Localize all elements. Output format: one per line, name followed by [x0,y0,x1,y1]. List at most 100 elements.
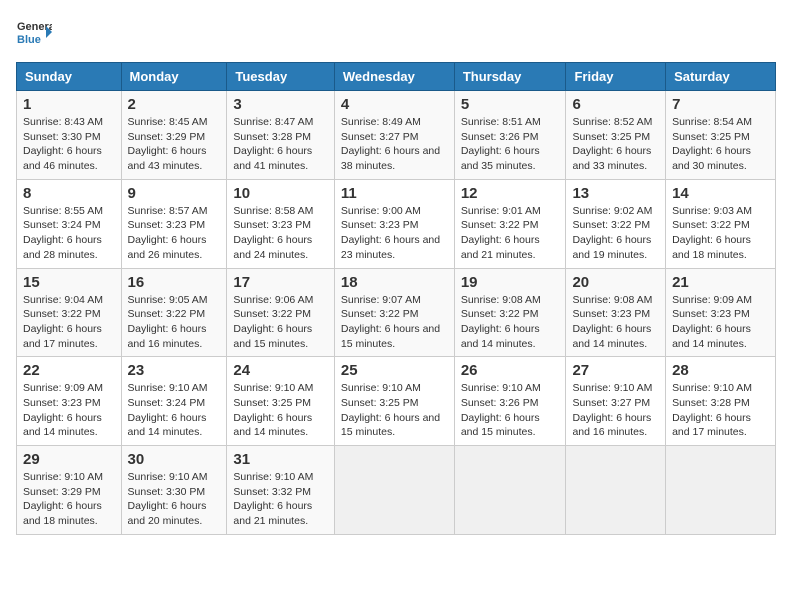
calendar-cell [334,446,454,535]
col-header-saturday: Saturday [666,63,776,91]
day-number: 23 [128,362,221,379]
day-number: 19 [461,274,560,291]
day-detail: Sunrise: 9:10 AMSunset: 3:25 PMDaylight:… [341,382,440,438]
calendar-cell: 31 Sunrise: 9:10 AMSunset: 3:32 PMDaylig… [227,446,334,535]
day-detail: Sunrise: 8:55 AMSunset: 3:24 PMDaylight:… [23,205,103,261]
calendar-cell: 4 Sunrise: 8:49 AMSunset: 3:27 PMDayligh… [334,91,454,180]
calendar-cell: 8 Sunrise: 8:55 AMSunset: 3:24 PMDayligh… [17,179,122,268]
calendar-cell: 16 Sunrise: 9:05 AMSunset: 3:22 PMDaylig… [121,268,227,357]
day-number: 31 [233,451,327,468]
calendar-cell: 1 Sunrise: 8:43 AMSunset: 3:30 PMDayligh… [17,91,122,180]
calendar-cell: 6 Sunrise: 8:52 AMSunset: 3:25 PMDayligh… [566,91,666,180]
calendar-cell: 18 Sunrise: 9:07 AMSunset: 3:22 PMDaylig… [334,268,454,357]
calendar-cell: 24 Sunrise: 9:10 AMSunset: 3:25 PMDaylig… [227,357,334,446]
calendar-header-row: SundayMondayTuesdayWednesdayThursdayFrid… [17,63,776,91]
day-detail: Sunrise: 9:03 AMSunset: 3:22 PMDaylight:… [672,205,752,261]
svg-text:Blue: Blue [17,34,41,46]
col-header-wednesday: Wednesday [334,63,454,91]
calendar-cell: 12 Sunrise: 9:01 AMSunset: 3:22 PMDaylig… [454,179,566,268]
day-number: 6 [572,96,659,113]
day-number: 12 [461,185,560,202]
day-detail: Sunrise: 8:43 AMSunset: 3:30 PMDaylight:… [23,116,103,172]
day-detail: Sunrise: 8:51 AMSunset: 3:26 PMDaylight:… [461,116,541,172]
day-number: 11 [341,185,448,202]
day-number: 16 [128,274,221,291]
calendar-cell: 3 Sunrise: 8:47 AMSunset: 3:28 PMDayligh… [227,91,334,180]
calendar-week-4: 22 Sunrise: 9:09 AMSunset: 3:23 PMDaylig… [17,357,776,446]
day-number: 3 [233,96,327,113]
calendar-week-5: 29 Sunrise: 9:10 AMSunset: 3:29 PMDaylig… [17,446,776,535]
day-detail: Sunrise: 9:04 AMSunset: 3:22 PMDaylight:… [23,294,103,350]
day-detail: Sunrise: 9:10 AMSunset: 3:28 PMDaylight:… [672,382,752,438]
calendar-table: SundayMondayTuesdayWednesdayThursdayFrid… [16,62,776,535]
day-detail: Sunrise: 8:52 AMSunset: 3:25 PMDaylight:… [572,116,652,172]
col-header-friday: Friday [566,63,666,91]
calendar-cell: 27 Sunrise: 9:10 AMSunset: 3:27 PMDaylig… [566,357,666,446]
col-header-monday: Monday [121,63,227,91]
calendar-cell: 23 Sunrise: 9:10 AMSunset: 3:24 PMDaylig… [121,357,227,446]
calendar-cell [454,446,566,535]
calendar-cell: 10 Sunrise: 8:58 AMSunset: 3:23 PMDaylig… [227,179,334,268]
day-number: 30 [128,451,221,468]
calendar-cell: 22 Sunrise: 9:09 AMSunset: 3:23 PMDaylig… [17,357,122,446]
calendar-cell: 21 Sunrise: 9:09 AMSunset: 3:23 PMDaylig… [666,268,776,357]
day-number: 5 [461,96,560,113]
calendar-cell [566,446,666,535]
day-number: 9 [128,185,221,202]
calendar-cell: 13 Sunrise: 9:02 AMSunset: 3:22 PMDaylig… [566,179,666,268]
calendar-cell: 20 Sunrise: 9:08 AMSunset: 3:23 PMDaylig… [566,268,666,357]
calendar-cell: 29 Sunrise: 9:10 AMSunset: 3:29 PMDaylig… [17,446,122,535]
day-detail: Sunrise: 8:45 AMSunset: 3:29 PMDaylight:… [128,116,208,172]
day-detail: Sunrise: 9:09 AMSunset: 3:23 PMDaylight:… [672,294,752,350]
day-number: 13 [572,185,659,202]
logo-svg: General Blue [16,16,52,52]
calendar-cell: 11 Sunrise: 9:00 AMSunset: 3:23 PMDaylig… [334,179,454,268]
calendar-cell: 17 Sunrise: 9:06 AMSunset: 3:22 PMDaylig… [227,268,334,357]
calendar-cell [666,446,776,535]
day-number: 4 [341,96,448,113]
day-detail: Sunrise: 9:10 AMSunset: 3:29 PMDaylight:… [23,471,103,527]
calendar-cell: 19 Sunrise: 9:08 AMSunset: 3:22 PMDaylig… [454,268,566,357]
day-number: 18 [341,274,448,291]
day-number: 8 [23,185,115,202]
calendar-cell: 26 Sunrise: 9:10 AMSunset: 3:26 PMDaylig… [454,357,566,446]
calendar-cell: 9 Sunrise: 8:57 AMSunset: 3:23 PMDayligh… [121,179,227,268]
calendar-cell: 15 Sunrise: 9:04 AMSunset: 3:22 PMDaylig… [17,268,122,357]
calendar-cell: 30 Sunrise: 9:10 AMSunset: 3:30 PMDaylig… [121,446,227,535]
col-header-sunday: Sunday [17,63,122,91]
day-detail: Sunrise: 9:07 AMSunset: 3:22 PMDaylight:… [341,294,440,350]
day-detail: Sunrise: 9:01 AMSunset: 3:22 PMDaylight:… [461,205,541,261]
day-detail: Sunrise: 9:00 AMSunset: 3:23 PMDaylight:… [341,205,440,261]
day-number: 21 [672,274,769,291]
day-detail: Sunrise: 9:10 AMSunset: 3:27 PMDaylight:… [572,382,652,438]
day-number: 17 [233,274,327,291]
day-number: 27 [572,362,659,379]
day-detail: Sunrise: 9:09 AMSunset: 3:23 PMDaylight:… [23,382,103,438]
day-number: 26 [461,362,560,379]
day-detail: Sunrise: 8:58 AMSunset: 3:23 PMDaylight:… [233,205,313,261]
day-detail: Sunrise: 8:49 AMSunset: 3:27 PMDaylight:… [341,116,440,172]
day-number: 22 [23,362,115,379]
calendar-cell: 28 Sunrise: 9:10 AMSunset: 3:28 PMDaylig… [666,357,776,446]
day-number: 20 [572,274,659,291]
day-number: 25 [341,362,448,379]
day-number: 29 [23,451,115,468]
day-number: 1 [23,96,115,113]
calendar-cell: 14 Sunrise: 9:03 AMSunset: 3:22 PMDaylig… [666,179,776,268]
page-header: General Blue [16,16,776,52]
day-detail: Sunrise: 9:08 AMSunset: 3:22 PMDaylight:… [461,294,541,350]
day-detail: Sunrise: 8:47 AMSunset: 3:28 PMDaylight:… [233,116,313,172]
calendar-cell: 2 Sunrise: 8:45 AMSunset: 3:29 PMDayligh… [121,91,227,180]
day-number: 2 [128,96,221,113]
day-detail: Sunrise: 9:05 AMSunset: 3:22 PMDaylight:… [128,294,208,350]
calendar-cell: 25 Sunrise: 9:10 AMSunset: 3:25 PMDaylig… [334,357,454,446]
calendar-cell: 7 Sunrise: 8:54 AMSunset: 3:25 PMDayligh… [666,91,776,180]
calendar-week-3: 15 Sunrise: 9:04 AMSunset: 3:22 PMDaylig… [17,268,776,357]
calendar-week-1: 1 Sunrise: 8:43 AMSunset: 3:30 PMDayligh… [17,91,776,180]
day-number: 15 [23,274,115,291]
col-header-tuesday: Tuesday [227,63,334,91]
calendar-cell: 5 Sunrise: 8:51 AMSunset: 3:26 PMDayligh… [454,91,566,180]
logo: General Blue [16,16,52,52]
day-number: 28 [672,362,769,379]
col-header-thursday: Thursday [454,63,566,91]
